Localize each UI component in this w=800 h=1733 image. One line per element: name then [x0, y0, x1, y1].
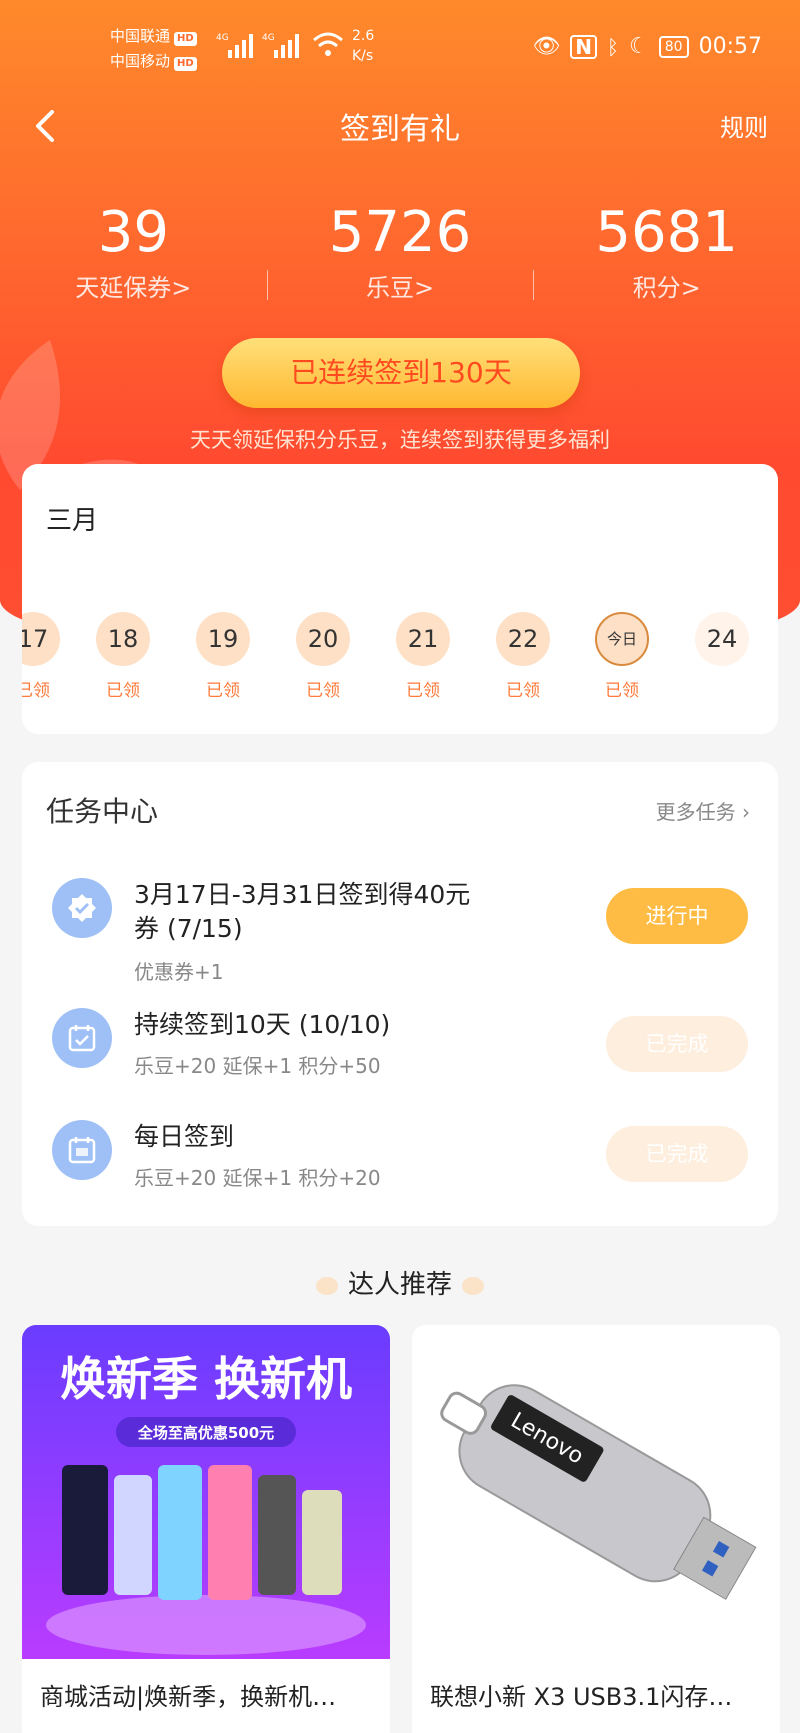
hd-badge: HD	[174, 32, 197, 46]
calendar-day-today[interactable]: 今日 已领	[577, 612, 667, 701]
day-number: 17	[22, 612, 60, 666]
calendar-day[interactable]: 19 已领	[178, 612, 268, 701]
day-number: 24	[695, 612, 749, 666]
calendar-card: 三月 17 已领 18 已领 19 已领 20 已领 21 已领 22 已领 今…	[22, 464, 778, 734]
task-status-button[interactable]: 已完成	[606, 1016, 748, 1072]
stat-label: 乐豆>	[365, 274, 435, 302]
network-speed: 2.6 K/s	[352, 26, 374, 66]
day-number: 今日	[595, 612, 649, 666]
net-type-label: 4G	[216, 33, 229, 43]
battery-icon: 80	[658, 35, 689, 58]
banner-title: 焕新季 换新机	[60, 1352, 352, 1406]
calendar-day[interactable]: 22 已领	[478, 612, 568, 701]
calendar-day[interactable]: 20 已领	[278, 612, 368, 701]
product-card[interactable]: Lenovo 联想小新 X3 USB3.1闪存…	[412, 1325, 780, 1733]
task-name: 3月17日-3月31日签到得40元券 (7/15)	[134, 880, 471, 943]
stat-value: 5681	[595, 200, 738, 265]
rules-link[interactable]: 规则	[720, 108, 768, 143]
stats-row: 39 天延保券> 5726 乐豆> 5681 积分>	[0, 200, 800, 303]
streak-button[interactable]: 已连续签到130天	[222, 338, 580, 408]
calendar-day[interactable]: 24	[677, 612, 767, 676]
task-reward: 优惠券+1	[134, 960, 224, 984]
eye-icon: 👁	[532, 34, 561, 59]
task-reward: 乐豆+20 延保+1 积分+50	[134, 1054, 381, 1078]
tagline: 天天领延保积分乐豆，连续签到获得更多福利	[190, 428, 610, 452]
day-number: 21	[396, 612, 450, 666]
calendar-day[interactable]: 18 已领	[78, 612, 168, 701]
task-status-button[interactable]: 已完成	[606, 1126, 748, 1182]
status-icons: 👁 N ᛒ ☾ 80 00:57	[532, 34, 762, 59]
wifi-icon	[313, 32, 343, 56]
task-icon	[52, 1008, 112, 1068]
calendar-month: 三月	[46, 506, 99, 536]
product-image: Lenovo	[412, 1325, 780, 1659]
day-status: 已领	[106, 681, 140, 701]
stat-points[interactable]: 5681 积分>	[533, 200, 800, 303]
more-tasks-label: 更多任务	[655, 800, 736, 824]
decor-dot-icon	[315, 1276, 338, 1295]
calendar-check-icon	[68, 1025, 96, 1052]
stat-ledou[interactable]: 5726 乐豆>	[266, 200, 534, 303]
clock: 00:57	[698, 34, 762, 59]
calendar-day[interactable]: 21 已领	[378, 612, 468, 701]
sign-in-page: 中国联通 HD 中国移动 HD 4G 4G 2.6 K/s 👁 N ᛒ ☾ 80 0…	[0, 0, 800, 1733]
banner-subtitle: 全场至高优惠500元	[137, 1424, 274, 1442]
product-name: 商城活动|焕新季，换新机…	[40, 1683, 337, 1711]
product-card[interactable]: 焕新季 换新机 全场至高优惠500元 商城活动|焕新季，换新机…	[22, 1325, 390, 1733]
product-image: 焕新季 换新机 全场至高优惠500元	[22, 1325, 390, 1659]
speed-unit: K/s	[352, 48, 374, 64]
day-status: 已领	[22, 681, 50, 701]
day-status: 已领	[605, 681, 639, 701]
page-title: 签到有礼	[340, 112, 460, 147]
moon-icon: ☾	[629, 34, 649, 59]
day-number: 19	[196, 612, 250, 666]
chevron-right-icon: ›	[742, 800, 750, 824]
task-center-title: 任务中心	[46, 795, 159, 828]
decor-dot-icon	[462, 1276, 484, 1295]
task-reward: 乐豆+20 延保+1 积分+20	[134, 1166, 381, 1190]
stat-value: 5726	[328, 200, 472, 265]
day-number: 22	[496, 612, 550, 666]
stat-label: 天延保券>	[75, 274, 192, 302]
nfc-icon: N	[570, 34, 598, 59]
recommend-title: 达人推荐	[347, 1270, 452, 1300]
carrier-1: 中国联通	[110, 27, 171, 45]
day-status: 已领	[206, 681, 240, 701]
signal-icon: 4G	[262, 33, 299, 58]
carrier-info: 中国联通 HD 中国移动 HD	[110, 24, 197, 74]
more-tasks-link[interactable]: 更多任务 ›	[656, 796, 750, 825]
calendar-days[interactable]: 17 已领 18 已领 19 已领 20 已领 21 已领 22 已领 今日 已…	[22, 612, 778, 712]
task-center-card: 任务中心 更多任务 › 3月17日-3月31日签到得40元券 (7/15) 优惠…	[22, 762, 778, 1226]
net-type-label: 4G	[262, 33, 275, 43]
bluetooth-icon: ᛒ	[607, 34, 620, 59]
task-name: 持续签到10天 (10/10)	[134, 1010, 391, 1039]
task-name: 每日签到	[134, 1122, 235, 1151]
day-status: 已领	[406, 681, 440, 701]
recommend-heading: 达人推荐	[0, 1264, 800, 1301]
task-icon	[52, 1120, 112, 1180]
product-name: 联想小新 X3 USB3.1闪存…	[430, 1683, 733, 1711]
day-number: 18	[96, 612, 150, 666]
badge-check-icon	[68, 894, 96, 922]
day-status: 已领	[506, 681, 540, 701]
day-status: 已领	[306, 681, 340, 701]
speed-value: 2.6	[352, 28, 375, 44]
stat-warranty[interactable]: 39 天延保券>	[0, 200, 267, 303]
carrier-2: 中国移动	[110, 52, 171, 70]
hd-badge: HD	[174, 57, 197, 71]
stat-value: 39	[97, 200, 169, 265]
status-bar: 中国联通 HD 中国移动 HD 4G 4G 2.6 K/s 👁 N ᛒ ☾ 80 0…	[0, 0, 800, 100]
calendar-day[interactable]: 17 已领	[22, 612, 78, 701]
task-status-button[interactable]: 进行中	[606, 888, 748, 944]
signal-icon: 4G	[216, 33, 253, 58]
stat-label: 积分>	[632, 274, 701, 302]
day-number: 20	[296, 612, 350, 666]
task-icon	[52, 878, 112, 938]
calendar-sign-icon	[68, 1137, 96, 1164]
